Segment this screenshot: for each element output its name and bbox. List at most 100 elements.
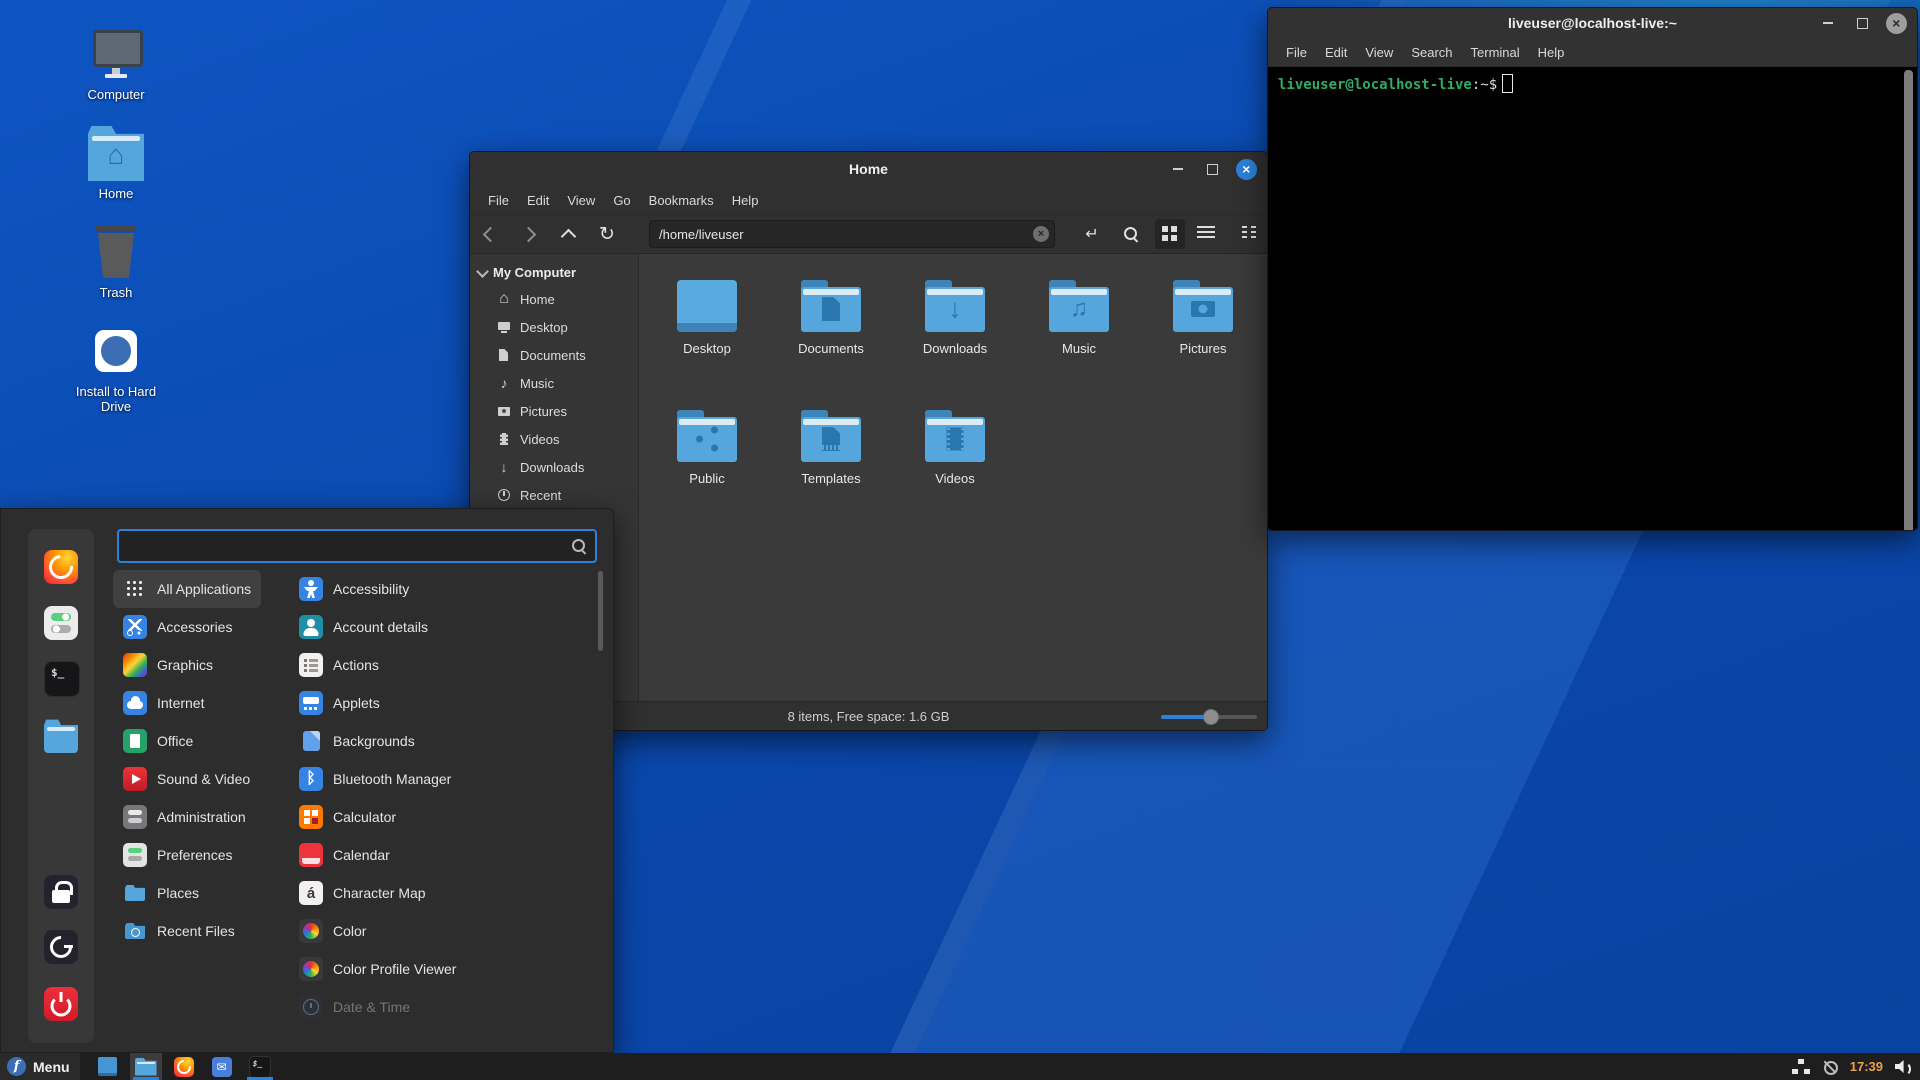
terminal-launcher-icon[interactable]	[44, 661, 80, 697]
zoom-slider-knob[interactable]	[1203, 709, 1219, 725]
folder-icon	[799, 280, 863, 332]
file-manager-titlebar[interactable]: Home ×	[470, 152, 1267, 186]
menu-scrollbar[interactable]	[598, 571, 603, 651]
application-item[interactable]: Applets	[289, 684, 390, 722]
clock[interactable]: 17:39	[1850, 1059, 1883, 1074]
terminal-screen[interactable]: liveuser@localhost-live:~$	[1268, 67, 1917, 531]
terminal-titlebar[interactable]: liveuser@localhost-live:~ ×	[1268, 8, 1917, 38]
application-item[interactable]: Actions	[289, 646, 389, 684]
volume-icon[interactable]	[1895, 1059, 1912, 1075]
menubar-item[interactable]: Edit	[1317, 42, 1355, 63]
taskbar-firefox-button[interactable]	[168, 1053, 200, 1080]
show-desktop-button[interactable]	[92, 1053, 124, 1080]
folder-item[interactable]: Desktop	[648, 280, 766, 410]
search-button[interactable]	[1116, 219, 1146, 249]
terminal-scrollbar[interactable]	[1904, 70, 1913, 531]
category-item[interactable]: Office	[113, 722, 203, 760]
minimize-button[interactable]	[1815, 11, 1841, 35]
category-item[interactable]: Accessories	[113, 608, 242, 646]
path-input[interactable]	[650, 227, 1054, 242]
category-item[interactable]: Recent Files	[113, 912, 245, 950]
folder-item[interactable]: Documents	[772, 280, 890, 410]
indicator-disabled-icon[interactable]	[1822, 1059, 1838, 1075]
menubar-item[interactable]: View	[559, 190, 603, 211]
menubar-item[interactable]: Go	[605, 190, 638, 211]
compact-view-button[interactable]	[1233, 219, 1263, 249]
menu-search-input[interactable]	[119, 539, 571, 554]
maximize-button[interactable]	[1199, 157, 1225, 181]
folder-item[interactable]: Music	[1020, 280, 1138, 410]
desktop-icon[interactable]: Home	[62, 125, 170, 202]
maximize-button[interactable]	[1849, 11, 1875, 35]
category-item[interactable]: All Applications	[113, 570, 261, 608]
sidebar-item[interactable]: Desktop	[470, 313, 638, 341]
category-item[interactable]: Graphics	[113, 646, 223, 684]
taskbar-file-manager-button[interactable]	[130, 1053, 162, 1080]
network-icon[interactable]	[1792, 1059, 1810, 1074]
folder-item[interactable]: Templates	[772, 410, 890, 540]
logout-icon[interactable]	[44, 930, 78, 964]
application-item[interactable]: Backgrounds	[289, 722, 425, 760]
application-item[interactable]: Accessibility	[289, 570, 419, 608]
menubar-item[interactable]: Help	[1530, 42, 1573, 63]
minimize-button[interactable]	[1165, 157, 1191, 181]
menubar-item[interactable]: View	[1357, 42, 1401, 63]
sidebar-group-header[interactable]: My Computer	[470, 262, 638, 285]
menubar-item[interactable]: Search	[1403, 42, 1460, 63]
zoom-slider[interactable]	[1161, 709, 1257, 725]
category-item[interactable]: Preferences	[113, 836, 242, 874]
category-item[interactable]: Internet	[113, 684, 214, 722]
application-item[interactable]: Bluetooth Manager	[289, 760, 461, 798]
taskbar-terminal-button[interactable]	[244, 1053, 276, 1080]
sidebar-item[interactable]: Videos	[470, 425, 638, 453]
folder-item[interactable]: Videos	[896, 410, 1014, 540]
icon-view-button[interactable]	[1155, 219, 1185, 249]
firefox-icon[interactable]	[44, 550, 78, 584]
application-item[interactable]: Calendar	[289, 836, 400, 874]
sidebar-group-label: My Computer	[493, 265, 576, 280]
category-icon	[123, 577, 147, 601]
sidebar-item[interactable]: Pictures	[470, 397, 638, 425]
folder-item[interactable]: Downloads	[896, 280, 1014, 410]
taskbar-mail-button[interactable]	[206, 1053, 238, 1080]
application-item[interactable]: Calculator	[289, 798, 406, 836]
application-item[interactable]: Character Map	[289, 874, 436, 912]
lock-screen-icon[interactable]	[44, 875, 78, 909]
menubar-item[interactable]: File	[1278, 42, 1315, 63]
power-icon[interactable]	[44, 987, 78, 1021]
close-button[interactable]: ×	[1883, 11, 1909, 35]
forward-button[interactable]	[513, 219, 543, 249]
settings-icon[interactable]	[44, 606, 78, 640]
up-button[interactable]	[553, 219, 583, 249]
go-button[interactable]: ↵	[1077, 219, 1107, 249]
application-item[interactable]: Date & Time	[289, 988, 420, 1026]
category-item[interactable]: Places	[113, 874, 209, 912]
sidebar-item[interactable]: Home	[470, 285, 638, 313]
application-item[interactable]: Color	[289, 912, 376, 950]
menubar-item[interactable]: Bookmarks	[641, 190, 722, 211]
list-view-button[interactable]	[1194, 219, 1224, 249]
category-item[interactable]: Sound & Video	[113, 760, 260, 798]
menubar-item[interactable]: File	[480, 190, 517, 211]
application-item[interactable]: Account details	[289, 608, 438, 646]
menubar-item[interactable]: Terminal	[1463, 42, 1528, 63]
menubar-item[interactable]: Edit	[519, 190, 557, 211]
sidebar-item[interactable]: Recent	[470, 481, 638, 509]
folder-item[interactable]: Public	[648, 410, 766, 540]
desktop-icon[interactable]: Trash	[62, 224, 170, 301]
refresh-button[interactable]: ↻	[592, 219, 622, 249]
clear-path-icon[interactable]: ×	[1033, 226, 1049, 242]
file-manager-launcher-icon[interactable]	[44, 719, 78, 753]
category-item[interactable]: Administration	[113, 798, 256, 836]
menubar-item[interactable]: Help	[724, 190, 767, 211]
desktop-icon[interactable]: Computer	[62, 26, 170, 103]
sidebar-item[interactable]: Music	[470, 369, 638, 397]
application-item[interactable]: Color Profile Viewer	[289, 950, 466, 988]
back-button[interactable]	[475, 219, 505, 249]
menu-button[interactable]: f Menu	[0, 1053, 80, 1080]
sidebar-item[interactable]: Downloads	[470, 453, 638, 481]
sidebar-item[interactable]: Documents	[470, 341, 638, 369]
desktop-icon[interactable]: Install to Hard Drive	[62, 323, 170, 415]
folder-item[interactable]: Pictures	[1144, 280, 1262, 410]
close-button[interactable]: ×	[1233, 157, 1259, 181]
